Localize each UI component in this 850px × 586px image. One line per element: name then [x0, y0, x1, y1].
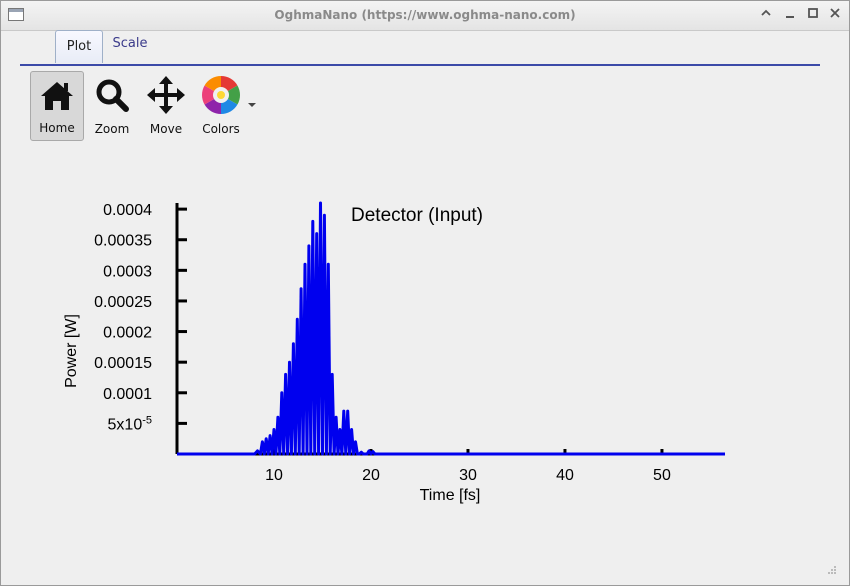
chart-series: [177, 201, 725, 456]
x-tick-label: 10: [265, 467, 283, 484]
x-tick-label: 50: [653, 467, 671, 484]
x-axis-label: Time [fs]: [420, 487, 481, 504]
y-tick-label: 5x10-5: [108, 414, 152, 433]
app-window: OghmaNano (https://www.oghma-nano.com) P…: [0, 0, 850, 586]
y-tick-label: 0.0003: [103, 263, 152, 280]
y-tick-label: 0.0001: [103, 386, 152, 403]
plot-canvas[interactable]: 5x10-5 0.0001 0.00015 0.0002 0.00025 0.0003 0.…: [1, 1, 849, 585]
x-tick-label: 20: [362, 467, 380, 484]
chart-title: Detector (Input): [351, 205, 483, 226]
y-tick-label: 0.00025: [94, 294, 152, 311]
y-tick-label: 0.00035: [94, 233, 152, 250]
y-tick-label: 0.0004: [103, 202, 152, 219]
y-axis-label: Power [W]: [63, 314, 80, 388]
y-tick-label: 0.00015: [94, 355, 152, 372]
x-tick-label: 40: [556, 467, 574, 484]
resize-grip-icon[interactable]: [827, 565, 837, 575]
series-line: [177, 201, 725, 456]
y-axis: 5x10-5 0.0001 0.00015 0.0002 0.00025 0.0003 0.…: [94, 202, 187, 454]
x-tick-label: 30: [459, 467, 477, 484]
y-tick-label: 0.0002: [103, 325, 152, 342]
